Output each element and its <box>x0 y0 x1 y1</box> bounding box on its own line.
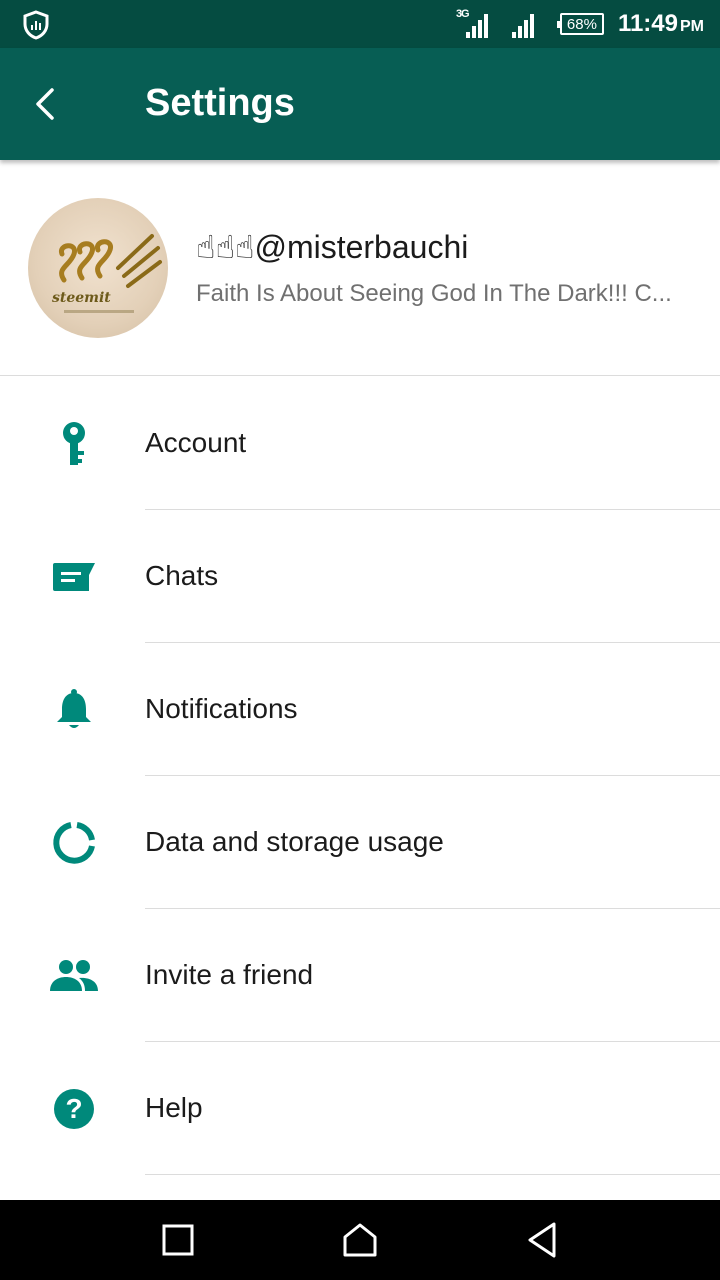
menu-item-chats[interactable]: Chats <box>0 510 720 643</box>
data-usage-icon <box>46 820 102 866</box>
signal-icon: 3G <box>456 8 488 38</box>
back-icon <box>528 1222 556 1258</box>
page-title: Settings <box>145 82 295 124</box>
back-button[interactable] <box>18 76 74 132</box>
profile-status: Faith Is About Seeing God In The Dark!!!… <box>196 280 672 307</box>
avatar-logo-text: steemit <box>52 290 111 306</box>
svg-text:?: ? <box>65 1093 82 1124</box>
menu-item-label: Notifications <box>145 693 298 724</box>
menu-item-data-storage[interactable]: Data and storage usage <box>0 776 720 909</box>
shield-icon <box>22 10 50 40</box>
clock-ampm: PM <box>680 18 704 35</box>
people-icon <box>46 953 102 999</box>
menu-item-label: Chats <box>145 560 219 591</box>
recents-icon <box>162 1224 194 1256</box>
menu-item-label: Help <box>145 1092 203 1123</box>
menu-item-notifications[interactable]: Notifications <box>0 643 720 776</box>
battery-icon: 68% <box>556 13 604 35</box>
menu-item-help[interactable]: ? Help <box>0 1042 720 1175</box>
status-clock: 11:49 PM <box>618 10 704 38</box>
menu-item-label: Invite a friend <box>145 959 314 990</box>
profile-name: ☝☝☝@misterbauchi <box>196 229 469 265</box>
home-icon <box>343 1223 377 1257</box>
chat-icon <box>46 554 102 600</box>
home-button[interactable] <box>332 1214 388 1266</box>
signal-icon <box>508 10 538 38</box>
divider <box>145 1174 720 1175</box>
help-icon: ? <box>46 1086 102 1132</box>
battery-percent: 68% <box>566 15 597 33</box>
profile-section[interactable]: steemit ☝☝☝@misterbauchi Faith Is About … <box>0 160 720 376</box>
nav-back-button[interactable] <box>514 1214 570 1266</box>
key-icon <box>46 421 102 467</box>
back-arrow-icon <box>36 88 54 120</box>
menu-item-account[interactable]: Account <box>0 377 720 510</box>
system-nav-bar <box>0 1200 720 1280</box>
status-bar: 3G 68% 11:49 PM <box>0 0 720 48</box>
avatar[interactable]: steemit <box>28 198 168 338</box>
menu-item-invite-friend[interactable]: Invite a friend <box>0 909 720 1042</box>
menu-item-label: Account <box>145 427 247 458</box>
clock-time: 11:49 <box>617 10 678 37</box>
app-bar: Settings <box>0 48 720 160</box>
menu-item-label: Data and storage usage <box>145 826 444 857</box>
bell-icon <box>46 687 102 733</box>
recents-button[interactable] <box>150 1214 206 1266</box>
